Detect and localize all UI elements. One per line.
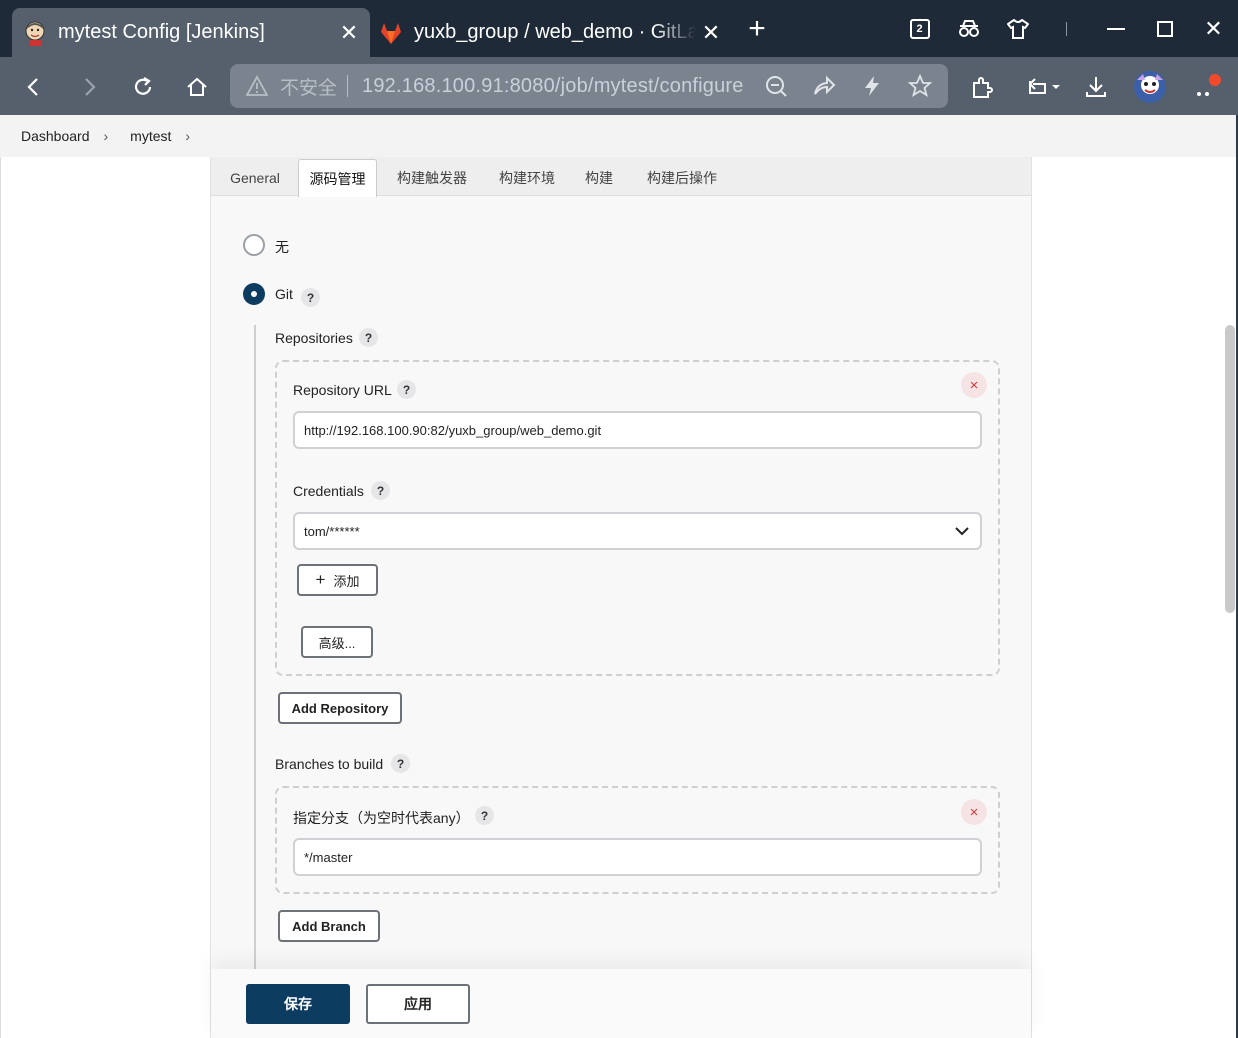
help-icon[interactable]: ? <box>301 288 320 307</box>
lightning-icon[interactable] <box>860 74 884 98</box>
help-icon[interactable]: ? <box>359 328 378 347</box>
warning-icon <box>246 75 268 96</box>
radio-none[interactable] <box>243 234 265 256</box>
radio-git[interactable] <box>243 283 265 305</box>
form-footer: 保存 应用 <box>211 969 1031 1038</box>
url-text[interactable]: 192.168.100.91:8080/job/mytest/configure <box>362 75 744 98</box>
tab-jenkins-config[interactable]: mytest Config [Jenkins] ✕ <box>12 8 370 57</box>
tab-count-icon: 2 <box>909 18 930 39</box>
add-credentials-button[interactable]: + 添加 <box>297 564 378 596</box>
shirt-icon[interactable] <box>993 0 1042 57</box>
tab-title: mytest Config [Jenkins] <box>58 21 265 43</box>
repository-url-input[interactable]: http://192.168.100.90:82/yuxb_group/web_… <box>293 411 982 449</box>
star-icon[interactable] <box>908 74 932 98</box>
jenkins-icon <box>25 21 45 46</box>
credentials-value: tom/****** <box>304 523 360 539</box>
plus-icon: + <box>315 570 326 589</box>
tab-build-triggers[interactable]: 构建触发器 <box>390 159 474 196</box>
close-window-icon[interactable]: ✕ <box>1189 0 1238 57</box>
incognito-icon[interactable] <box>944 0 993 57</box>
delete-repository-icon[interactable]: × <box>961 372 987 398</box>
security-label: 不安全 <box>280 77 338 99</box>
tab-source-code[interactable]: 源码管理 <box>298 159 377 197</box>
chevron-right-icon: › <box>103 128 109 144</box>
chevron-down-icon <box>955 527 969 536</box>
download-icon[interactable] <box>1076 67 1116 107</box>
scrollbar[interactable] <box>1225 325 1235 613</box>
save-button[interactable]: 保存 <box>246 984 350 1024</box>
radio-none-label: 无 <box>275 239 289 255</box>
tab-build[interactable]: 构建 <box>580 159 618 196</box>
address-bar[interactable]: 不安全 192.168.100.91:8080/job/mytest/confi… <box>230 64 948 108</box>
delete-branch-icon[interactable]: × <box>961 799 987 825</box>
add-credentials-label: 添加 <box>333 573 360 589</box>
browser-toolbar: 不安全 192.168.100.91:8080/job/mytest/confi… <box>0 57 1238 115</box>
more-menu-icon[interactable] <box>1186 67 1226 107</box>
git-section-line <box>254 325 256 973</box>
page-body: General 源码管理 构建触发器 构建环境 构建 构建后操作 无 Git ?… <box>0 157 1238 1038</box>
divider <box>1042 0 1091 57</box>
branch-box: 指定分支（为空时代表any） ? × */master <box>275 786 1000 894</box>
undo-menu-icon[interactable] <box>1020 67 1066 107</box>
config-panel: General 源码管理 构建触发器 构建环境 构建 构建后操作 无 Git ?… <box>210 157 1032 1038</box>
credentials-label: Credentials <box>293 483 364 499</box>
radio-git-label: Git <box>275 286 293 302</box>
breadcrumb: Dashboard › mytest › <box>0 115 1238 157</box>
repositories-label: Repositories <box>275 330 353 346</box>
reload-icon[interactable] <box>123 67 163 107</box>
tab-post-build[interactable]: 构建后操作 <box>640 159 724 196</box>
tab-gitlab[interactable]: yuxb_group / web_demo · GitLab ✕ <box>372 8 732 57</box>
zoom-out-icon[interactable] <box>764 74 788 98</box>
gitlab-icon <box>381 22 401 44</box>
help-icon[interactable]: ? <box>397 380 416 399</box>
extensions-icon[interactable] <box>962 67 1002 107</box>
browser-tab-bar: mytest Config [Jenkins] ✕ yuxb_group / w… <box>0 0 1238 57</box>
advanced-button[interactable]: 高级... <box>301 626 373 658</box>
window-controls: 2 ✕ <box>895 0 1238 57</box>
branch-specifier-label: 指定分支（为空时代表any） <box>293 810 470 826</box>
branches-label: Branches to build <box>275 756 384 772</box>
tab-general[interactable]: General <box>225 159 285 196</box>
repository-url-label: Repository URL <box>293 382 392 398</box>
help-icon[interactable]: ? <box>475 806 494 825</box>
config-tabs: General 源码管理 构建触发器 构建环境 构建 构建后操作 <box>211 157 1031 197</box>
maximize-icon[interactable] <box>1140 0 1189 57</box>
credentials-select[interactable]: tom/****** <box>293 512 982 550</box>
home-icon[interactable] <box>177 67 217 107</box>
divider <box>347 75 349 97</box>
forward-icon[interactable] <box>69 67 109 107</box>
breadcrumb-dashboard[interactable]: Dashboard <box>21 128 90 144</box>
tab-title: yuxb_group / web_demo · GitLab <box>414 21 696 43</box>
tab-actions-button[interactable]: 2 <box>895 0 944 57</box>
add-branch-button[interactable]: Add Branch <box>278 910 380 942</box>
new-tab-button[interactable]: + <box>742 14 772 44</box>
branch-input[interactable]: */master <box>293 838 982 876</box>
close-tab-icon[interactable]: ✕ <box>696 20 726 46</box>
close-tab-icon[interactable]: ✕ <box>334 20 364 46</box>
help-icon[interactable]: ? <box>391 754 410 773</box>
share-icon[interactable] <box>812 74 836 98</box>
breadcrumb-mytest[interactable]: mytest <box>130 128 171 144</box>
minimize-icon[interactable] <box>1091 0 1140 57</box>
back-icon[interactable] <box>14 67 54 107</box>
chevron-right-icon[interactable]: › <box>185 128 190 144</box>
help-icon[interactable]: ? <box>371 481 390 500</box>
apply-button[interactable]: 应用 <box>366 984 470 1024</box>
repository-box: Repository URL ? × http://192.168.100.90… <box>275 360 1000 676</box>
add-repository-button[interactable]: Add Repository <box>278 692 402 724</box>
avatar[interactable] <box>1130 67 1170 107</box>
tab-build-environment[interactable]: 构建环境 <box>492 159 562 196</box>
